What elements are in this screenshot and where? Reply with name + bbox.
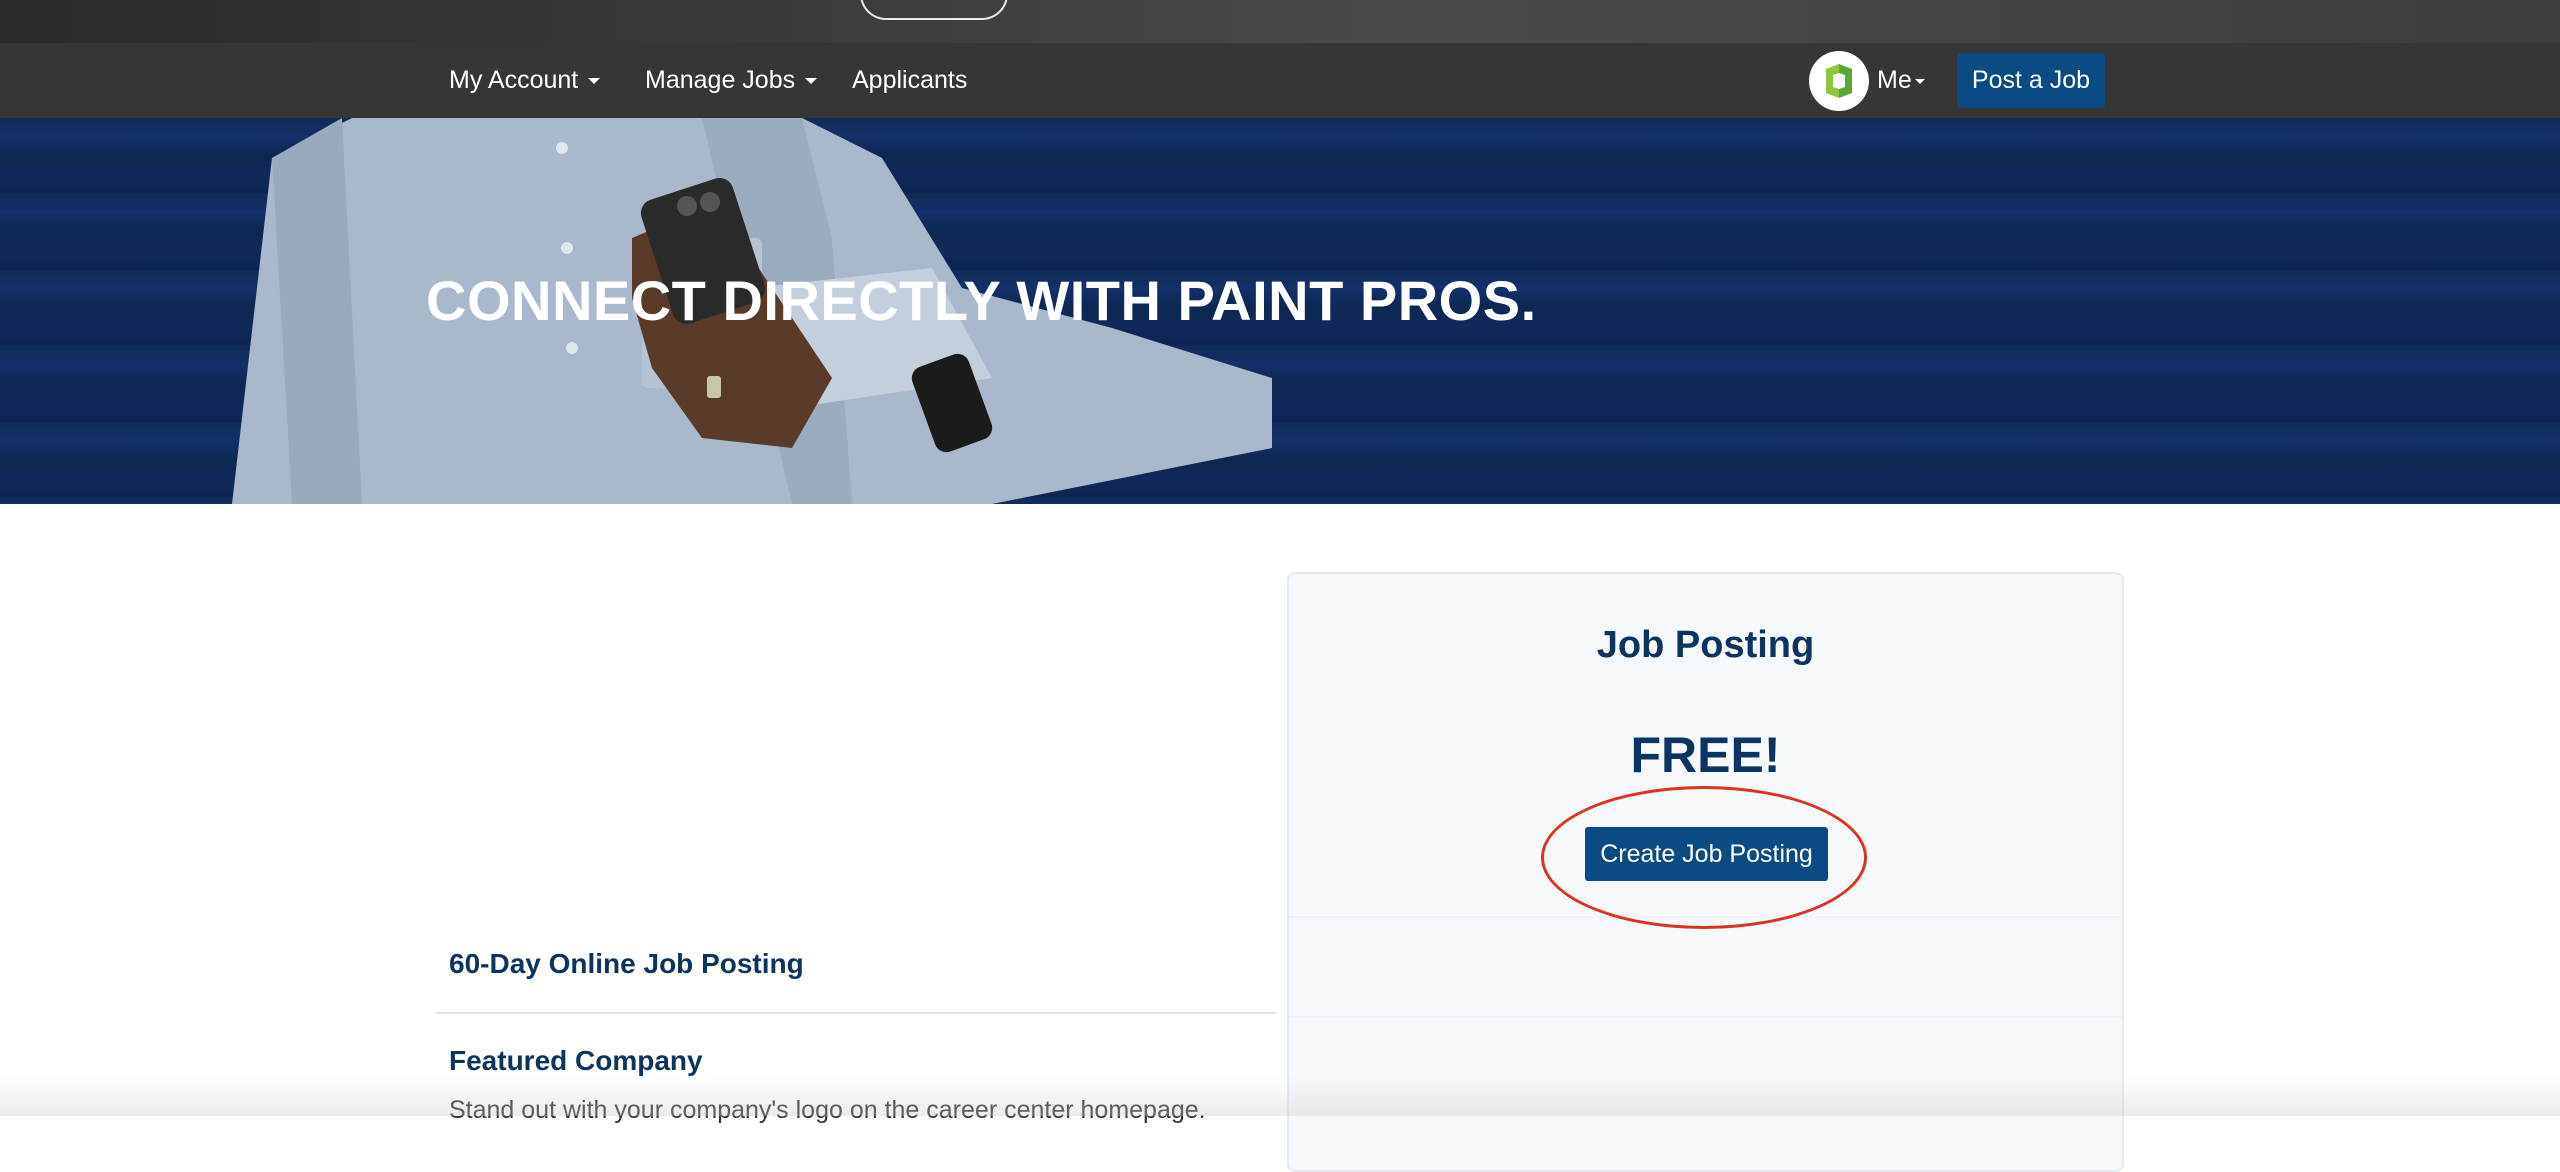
nav-my-account[interactable]: My Account (449, 43, 601, 118)
nav-manage-jobs-label: Manage Jobs (645, 66, 796, 94)
feature-title-job-posting: 60-Day Online Job Posting (449, 948, 804, 979)
site-logo[interactable] (860, 0, 1008, 20)
hero-title: CONNECT DIRECTLY WITH PAINT PROS. (426, 269, 1537, 332)
caret-down-icon (805, 78, 818, 85)
hero-banner: CONNECT DIRECTLY WITH PAINT PROS. (0, 118, 2560, 504)
feature-description-featured-company: Stand out with your company's logo on th… (449, 1096, 1206, 1124)
bottom-fade (0, 1076, 2560, 1116)
caret-down-icon (588, 78, 601, 85)
pricing-card-row-divider (1289, 1016, 2122, 1018)
user-avatar[interactable] (1809, 51, 1869, 111)
highlight-annotation-circle (1541, 786, 1867, 929)
feature-title-featured-company: Featured Company (449, 1045, 703, 1076)
main-navbar: My Account Manage Jobs Applicants Me Pos… (0, 43, 2560, 118)
nav-applicants-label: Applicants (852, 66, 968, 94)
caret-down-icon (1914, 78, 1925, 84)
user-menu-label: Me (1877, 66, 1912, 94)
pricing-card-title: Job Posting (1596, 624, 1815, 666)
nav-my-account-label: My Account (449, 66, 579, 94)
site-header-strip (0, 0, 2560, 43)
user-menu[interactable]: Me (1877, 43, 1925, 118)
feature-divider (436, 1012, 1276, 1014)
company-logo-icon (1826, 64, 1852, 98)
nav-manage-jobs[interactable]: Manage Jobs (645, 43, 818, 118)
pricing-card-price: FREE! (1630, 727, 1781, 783)
post-job-button[interactable]: Post a Job (1957, 53, 2105, 108)
nav-applicants[interactable]: Applicants (852, 43, 967, 118)
